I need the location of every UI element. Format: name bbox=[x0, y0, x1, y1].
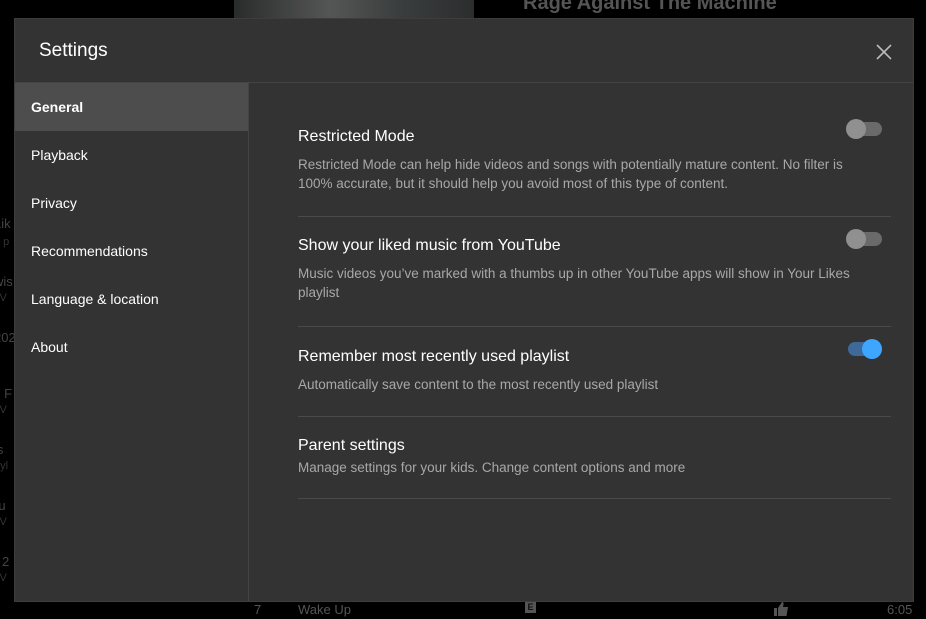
artist-name: Rage Against The Machine bbox=[523, 0, 777, 14]
list-item-subtitle: ayl bbox=[0, 460, 9, 472]
list-item-subtitle: l V bbox=[0, 404, 7, 416]
sidebar-item-recommendations[interactable]: Recommendations bbox=[15, 227, 248, 275]
toggle-thumb bbox=[846, 229, 866, 249]
explicit-badge: E bbox=[525, 601, 536, 613]
track-title: Wake Up bbox=[298, 602, 351, 617]
dialog-title: Settings bbox=[39, 40, 108, 61]
sidebar-item-playback[interactable]: Playback bbox=[15, 131, 248, 179]
list-item-title: ru bbox=[0, 498, 6, 513]
settings-content: Restricted Mode Restricted Mode can help… bbox=[298, 83, 891, 499]
close-button[interactable] bbox=[873, 41, 895, 63]
setting-title: Parent settings bbox=[298, 437, 405, 454]
toggle-thumb bbox=[846, 119, 866, 139]
setting-restricted-mode: Restricted Mode Restricted Mode can help… bbox=[298, 83, 891, 217]
setting-show-liked-music: Show your liked music from YouTube Music… bbox=[298, 217, 891, 327]
setting-description: Music videos you’ve marked with a thumbs… bbox=[298, 266, 850, 300]
list-item-subtitle: l V bbox=[0, 292, 7, 304]
track-row: 7 Wake Up E 6:05 bbox=[0, 601, 926, 619]
setting-description: Automatically save content to the most r… bbox=[298, 377, 659, 392]
thumbs-up-icon bbox=[773, 602, 789, 619]
album-art bbox=[234, 0, 474, 18]
sidebar-item-general[interactable]: General bbox=[15, 83, 248, 131]
sidebar-item-privacy[interactable]: Privacy bbox=[15, 179, 248, 227]
setting-remember-playlist: Remember most recently used playlist Aut… bbox=[298, 327, 891, 417]
dialog-header: Settings bbox=[15, 19, 913, 83]
setting-parent-settings[interactable]: Parent settings Manage settings for your… bbox=[298, 417, 891, 499]
show-liked-music-toggle[interactable] bbox=[846, 227, 882, 249]
list-item-subtitle: l V bbox=[0, 516, 7, 528]
settings-sidebar: General Playback Privacy Recommendations… bbox=[15, 83, 249, 601]
setting-description: Restricted Mode can help hide videos and… bbox=[298, 157, 843, 191]
list-item-title: s F bbox=[0, 386, 13, 401]
setting-title: Remember most recently used playlist bbox=[298, 348, 570, 365]
list-item-title: Lik bbox=[0, 216, 11, 231]
track-duration: 6:05 bbox=[887, 602, 913, 617]
settings-dialog: Settings General Playback Privacy Recomm… bbox=[14, 18, 914, 602]
setting-title: Show your liked music from YouTube bbox=[298, 237, 561, 254]
list-item-subtitle: l V bbox=[0, 572, 7, 584]
setting-title: Restricted Mode bbox=[298, 128, 415, 145]
list-item-title: ls bbox=[0, 442, 4, 457]
sidebar-item-language-location[interactable]: Language & location bbox=[15, 275, 248, 323]
setting-description: Manage settings for your kids. Change co… bbox=[298, 460, 686, 475]
sidebar-item-about[interactable]: About bbox=[15, 323, 248, 371]
background-list: Lik p p wis l V 202 s F l V ls ayl ru l … bbox=[0, 0, 14, 617]
remember-playlist-toggle[interactable] bbox=[846, 337, 882, 359]
toggle-thumb bbox=[862, 339, 882, 359]
list-item-title: wis bbox=[0, 274, 13, 289]
restricted-mode-toggle[interactable] bbox=[846, 117, 882, 139]
list-item-title: r 2 bbox=[0, 554, 10, 569]
close-icon bbox=[876, 44, 892, 60]
list-item-title: 202 bbox=[0, 330, 14, 345]
track-number: 7 bbox=[254, 602, 262, 617]
list-item-subtitle: p p bbox=[0, 236, 10, 248]
